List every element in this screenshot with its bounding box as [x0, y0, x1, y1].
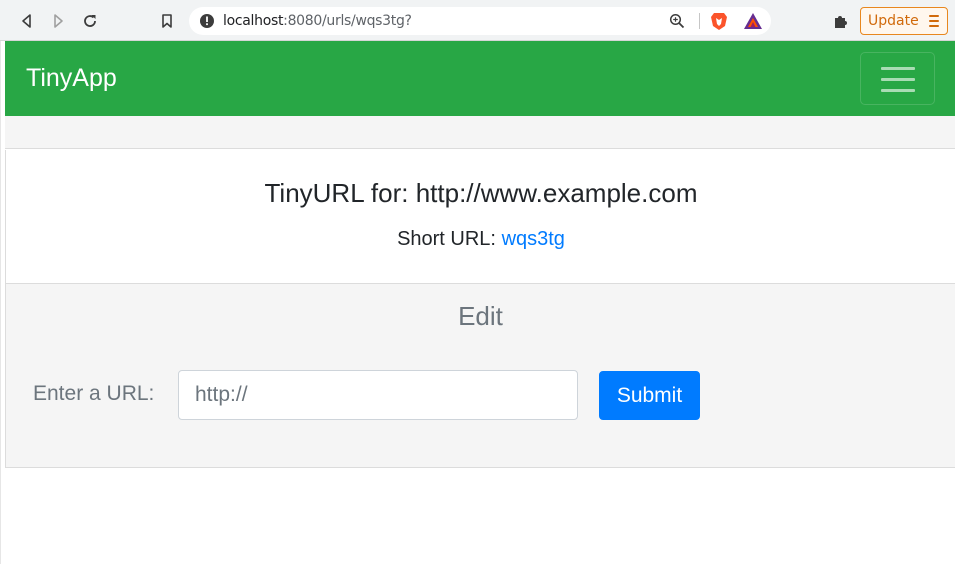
menu-icon: [929, 15, 939, 27]
hamburger-line: [881, 78, 915, 81]
hamburger-line: [881, 89, 915, 92]
short-url-label: Short URL:: [397, 228, 496, 250]
short-url-line: Short URL: wqs3tg: [6, 228, 955, 251]
back-icon[interactable]: [14, 8, 40, 34]
url-input[interactable]: [178, 370, 578, 420]
bookmark-icon[interactable]: [154, 8, 180, 34]
address-bar[interactable]: localhost:8080/urls/wqs3tg?: [189, 7, 771, 35]
hamburger-line: [881, 67, 915, 70]
reload-icon[interactable]: [77, 8, 103, 34]
card-header: [5, 116, 955, 149]
navbar: TinyApp: [5, 41, 955, 116]
update-label: Update: [868, 13, 919, 29]
browser-toolbar: localhost:8080/urls/wqs3tg? Update: [0, 0, 955, 41]
short-url-link[interactable]: wqs3tg: [502, 228, 565, 250]
url-path: :8080/urls/wqs3tg?: [283, 13, 412, 29]
brand-logo-text[interactable]: TinyApp: [26, 64, 117, 93]
card-title: TinyURL for: http://www.example.com: [264, 178, 698, 208]
url-host: localhost: [223, 13, 284, 29]
divider: [699, 13, 700, 29]
forward-icon[interactable]: [45, 8, 71, 34]
edit-heading: Edit: [458, 301, 503, 331]
info-icon[interactable]: [199, 13, 215, 29]
url-card: TinyURL for: http://www.example.com Shor…: [5, 150, 955, 468]
url-field-label: Enter a URL:: [33, 382, 155, 405]
zoom-icon[interactable]: [669, 13, 685, 29]
submit-button[interactable]: Submit: [599, 371, 700, 420]
page-left-edge: [0, 41, 4, 564]
navbar-toggler-button[interactable]: [860, 52, 935, 105]
url-text: localhost:8080/urls/wqs3tg?: [223, 13, 412, 29]
card-body: TinyURL for: http://www.example.com Shor…: [6, 150, 955, 283]
edit-section: Edit Enter a URL: Submit: [6, 283, 955, 467]
brave-shield-icon[interactable]: [709, 11, 729, 31]
brave-rewards-icon[interactable]: [743, 12, 763, 30]
extensions-icon[interactable]: [832, 12, 850, 30]
update-button[interactable]: Update: [860, 7, 948, 35]
